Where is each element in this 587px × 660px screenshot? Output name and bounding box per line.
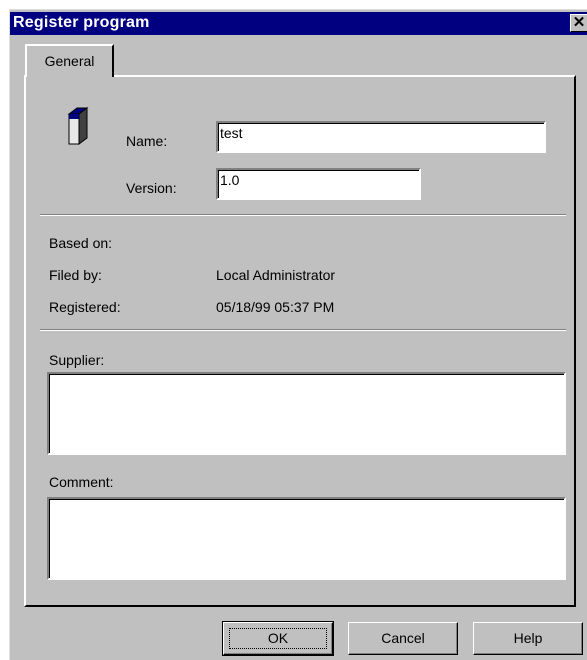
close-button[interactable]: ✕ bbox=[570, 14, 587, 32]
ok-button[interactable]: OK bbox=[222, 621, 334, 656]
help-button-label: Help bbox=[513, 630, 543, 646]
general-tab-panel bbox=[24, 75, 576, 607]
register-program-dialog: Register program ✕ General Name: test Ve… bbox=[9, 9, 587, 660]
cancel-button[interactable]: Cancel bbox=[348, 622, 458, 655]
window-title: Register program bbox=[13, 14, 150, 31]
title-bar[interactable]: Register program ✕ bbox=[10, 12, 587, 35]
tab-general[interactable]: General bbox=[25, 44, 114, 77]
tab-general-label: General bbox=[44, 53, 95, 69]
ok-focus-rect bbox=[229, 628, 327, 649]
help-button[interactable]: Help bbox=[473, 622, 583, 655]
cancel-button-label: Cancel bbox=[381, 630, 425, 646]
close-icon: ✕ bbox=[572, 14, 586, 31]
